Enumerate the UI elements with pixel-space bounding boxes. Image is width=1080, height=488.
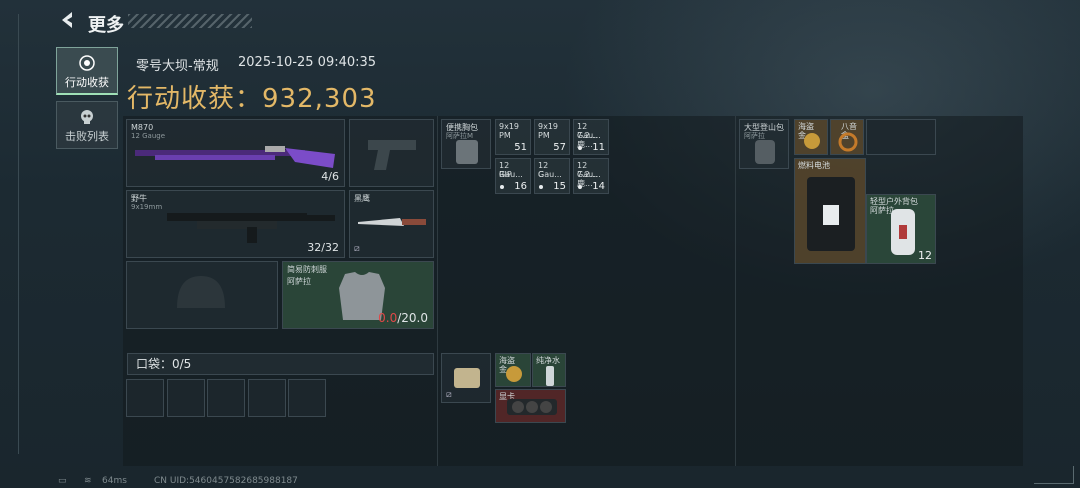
loot-icon bbox=[79, 55, 95, 71]
item-count: 16 bbox=[514, 181, 527, 192]
dot-icon bbox=[578, 185, 582, 189]
frame-corner bbox=[1034, 466, 1074, 484]
backpack-empty-slot bbox=[866, 119, 936, 155]
rig-item[interactable]: 12 Gau... 7.2...鹿... 11 bbox=[573, 119, 609, 155]
item-sub: PM bbox=[499, 131, 511, 140]
helmet-slot[interactable] bbox=[126, 261, 278, 329]
item-count: 57 bbox=[553, 142, 566, 153]
tab-kills-label: 击败列表 bbox=[65, 130, 109, 143]
item-count: 51 bbox=[514, 142, 527, 153]
armor-durability-current: 0.0 bbox=[378, 311, 398, 325]
tab-loot-label: 行动收获 bbox=[65, 76, 109, 89]
armor-sub: 阿萨拉 bbox=[287, 277, 311, 286]
battery-icon: ▭ bbox=[58, 476, 67, 486]
rig-item[interactable]: 9x19 PM 51 bbox=[495, 119, 531, 155]
backpack-icon bbox=[755, 140, 775, 164]
haul-label: 行动收获： bbox=[127, 84, 263, 114]
tab-loot[interactable]: 行动收获 bbox=[56, 47, 118, 95]
backpack-item[interactable]: 海盗金... bbox=[794, 119, 828, 155]
armor-durability-max: /20.0 bbox=[397, 311, 428, 325]
item-count: 15 bbox=[553, 181, 566, 192]
gpu-icon bbox=[507, 399, 557, 415]
rig-item[interactable]: 12 Gau... G 15 bbox=[534, 158, 570, 194]
panel-divider bbox=[735, 116, 736, 466]
armor-slot[interactable]: 简易防刺服 阿萨拉 0.0/20.0 bbox=[282, 261, 434, 329]
fuel-cell-icon bbox=[807, 177, 855, 251]
helmet-icon bbox=[177, 276, 225, 308]
item-count: 11 bbox=[592, 142, 605, 153]
coin-icon bbox=[506, 366, 522, 382]
unlock-icon: ⧄ bbox=[354, 244, 360, 254]
wifi-icon: ≋ bbox=[84, 476, 92, 486]
uid-text: CN UID:5460457582685988187 bbox=[154, 476, 298, 486]
coin-icon bbox=[804, 133, 820, 149]
header-hatch bbox=[128, 14, 252, 28]
melee-name: 黑鹰 bbox=[354, 194, 370, 203]
item-sub: G bbox=[538, 170, 545, 179]
dot-icon bbox=[500, 185, 504, 189]
rig-item[interactable]: 12 Gau... RIP 16 bbox=[495, 158, 531, 194]
pocket-slot[interactable] bbox=[207, 379, 245, 417]
music-box-icon bbox=[838, 132, 858, 152]
backpack-slot[interactable]: 大型登山包 阿萨拉 bbox=[739, 119, 789, 169]
skull-icon bbox=[81, 110, 93, 124]
secondary-weapon-slot[interactable]: 野牛 9x19mm 32/32 bbox=[126, 190, 345, 258]
item-name: 9x19 bbox=[538, 122, 559, 131]
item-sub: RIP bbox=[499, 170, 512, 179]
melee-slot[interactable]: 黑鹰 ⧄ bbox=[349, 190, 434, 258]
item-count: 12 bbox=[918, 249, 932, 262]
haul-value: 932,303 bbox=[262, 84, 377, 114]
map-name: 零号大坝-常规 bbox=[136, 59, 219, 74]
secure-case-slot[interactable]: ⧄ bbox=[441, 353, 491, 403]
ping-text: 64ms bbox=[102, 476, 127, 486]
case-item[interactable]: 纯净水 bbox=[532, 353, 566, 387]
outdoor-backpack-icon bbox=[891, 209, 915, 255]
backpack-item[interactable]: 轻型户外背包 阿萨拉 12 bbox=[866, 194, 936, 264]
case-item[interactable]: 显卡 bbox=[495, 389, 566, 423]
back-button[interactable] bbox=[58, 10, 84, 34]
item-name: 9x19 bbox=[499, 122, 520, 131]
backpack-item[interactable]: 八音盒 bbox=[830, 119, 864, 155]
raid-time: 2025-10-25 09:40:35 bbox=[238, 55, 377, 70]
shotgun-icon bbox=[135, 146, 335, 168]
pocket-slot[interactable] bbox=[248, 379, 286, 417]
pistol-icon bbox=[368, 140, 416, 170]
pocket-slot[interactable] bbox=[126, 379, 164, 417]
rig-icon bbox=[456, 140, 478, 164]
haul-total: 行动收获：932,303 bbox=[127, 78, 377, 115]
rig-item[interactable]: 12 Gau... 7.2...鹿... 14 bbox=[573, 158, 609, 194]
panel-divider bbox=[437, 116, 438, 466]
weapon-ammo-count: 32/32 bbox=[307, 241, 339, 254]
armor-name: 简易防刺服 bbox=[287, 265, 327, 274]
case-item[interactable]: 海盗金... bbox=[495, 353, 531, 387]
smg-icon bbox=[167, 213, 335, 243]
weapon-ammo-count: 4/6 bbox=[321, 170, 339, 183]
item-sub: PM bbox=[538, 131, 550, 140]
unlock-icon: ⧄ bbox=[446, 390, 452, 400]
back-arrow-icon bbox=[62, 12, 72, 28]
rig-item[interactable]: 9x19 PM 57 bbox=[534, 119, 570, 155]
weapon-ammo: 12 Gauge bbox=[131, 132, 166, 140]
pocket-bar: 口袋：0/5 bbox=[127, 353, 434, 375]
pocket-slot[interactable] bbox=[288, 379, 326, 417]
page-title: 更多 bbox=[88, 15, 124, 36]
water-bottle-icon bbox=[546, 366, 554, 386]
armor-durability: 0.0/20.0 bbox=[378, 311, 428, 325]
backpack-item[interactable]: 燃料电池 bbox=[794, 158, 866, 264]
dot-icon bbox=[578, 146, 582, 150]
pistol-slot[interactable] bbox=[349, 119, 434, 187]
chest-rig-slot[interactable]: 便携胸包 阿萨拉M bbox=[441, 119, 491, 169]
primary-weapon-slot[interactable]: M870 12 Gauge 4/6 bbox=[126, 119, 345, 187]
item-name: 轻型户外背包 bbox=[870, 197, 918, 206]
frame-line bbox=[18, 14, 19, 454]
item-count: 14 bbox=[592, 181, 605, 192]
pocket-slot[interactable] bbox=[167, 379, 205, 417]
tab-kills[interactable]: 击败列表 bbox=[56, 101, 118, 149]
case-icon bbox=[454, 368, 480, 388]
dot-icon bbox=[539, 185, 543, 189]
item-name: 燃料电池 bbox=[798, 161, 830, 170]
knife-icon bbox=[358, 218, 426, 226]
